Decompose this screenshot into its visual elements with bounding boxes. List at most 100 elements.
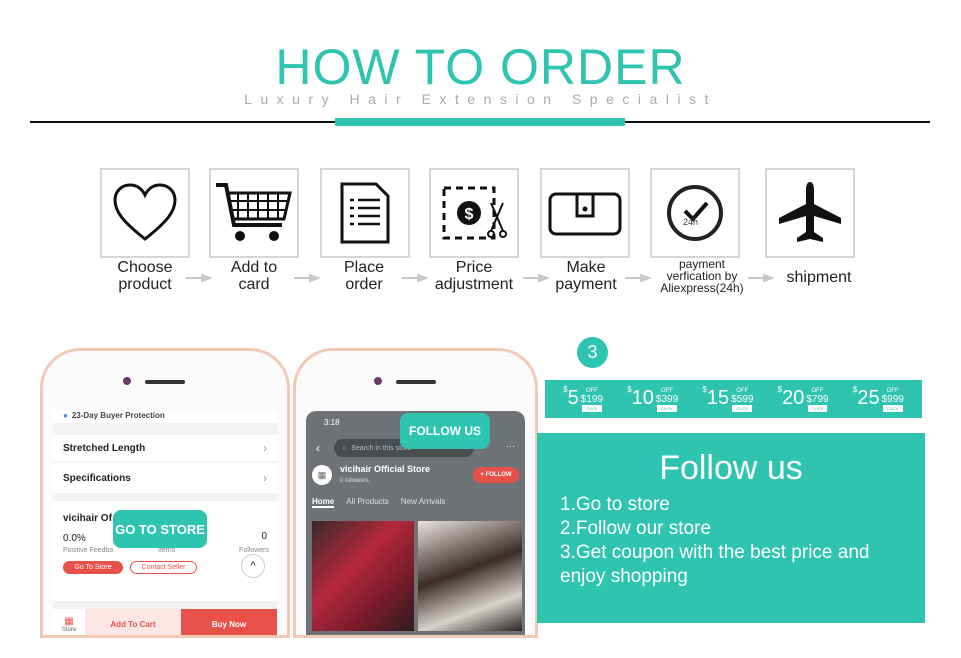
follow-us-panel: Follow us 1.Go to store 2.Follow our sto… — [537, 433, 925, 623]
coupon-bar: $5 OFF $199 CLICK $10 OFF $399 CLICK $15 OFF $59… — [545, 380, 922, 418]
store-followers: 0 followers — [340, 478, 369, 484]
search-icon: ○ — [342, 444, 347, 452]
tab-all-products[interactable]: All Products — [346, 497, 389, 508]
coupon[interactable]: $20 OFF $799 CLICK — [778, 385, 829, 412]
chevron-right-icon: › — [263, 441, 267, 455]
speaker — [396, 380, 436, 384]
step-price-adjustment: $ — [429, 168, 519, 258]
bottom-bar: ▦ Store Add To Cart Buy Now — [53, 609, 277, 635]
coupon-min: $599 — [731, 393, 754, 405]
step-make-payment — [540, 168, 630, 258]
label-line: Aliexpress(24h) — [660, 281, 744, 295]
arrow-right-icon — [523, 274, 549, 282]
clock-check-icon: 24h — [667, 185, 723, 241]
row-label: Stretched Length — [63, 442, 146, 454]
coupon[interactable]: $15 OFF $599 CLICK — [702, 385, 754, 412]
speaker — [145, 380, 185, 384]
page-title: HOW TO ORDER — [275, 39, 686, 95]
step-shipment — [765, 168, 855, 258]
store-tabs: Home All Products New Arrivals — [312, 497, 445, 508]
feedback-label: Positive Feedba — [63, 547, 114, 554]
arrow-right-icon — [748, 274, 774, 282]
click-button[interactable]: CLICK — [807, 404, 828, 412]
shield-icon: ● — [63, 411, 68, 420]
camera — [123, 377, 131, 385]
arrow-right-icon — [294, 274, 320, 282]
buyer-protection-row[interactable]: ● 23-Day Buyer Protection — [53, 411, 277, 423]
stretched-length-row[interactable]: Stretched Length › — [53, 435, 277, 461]
coupon-min: $999 — [881, 393, 904, 405]
label-line: Price — [455, 259, 493, 276]
tab-new-arrivals[interactable]: New Arrivals — [401, 497, 445, 508]
coupon-amount: 20 — [782, 386, 805, 409]
coupon-min: $399 — [655, 393, 679, 405]
coupon-min: $799 — [806, 393, 829, 405]
follow-step: 1.Go to store — [560, 494, 670, 515]
follow-us-callout: FOLLOW US — [400, 413, 490, 449]
coupon-amount: 15 — [706, 386, 730, 409]
phone-product-page: ● 23-Day Buyer Protection Stretched Lengt… — [40, 348, 290, 638]
add-to-cart-button[interactable]: Add To Cart — [85, 609, 181, 635]
click-button[interactable]: CLICK — [882, 404, 903, 412]
price-cut-icon: $ — [442, 186, 507, 240]
product-image[interactable] — [312, 521, 414, 631]
svg-text:$: $ — [465, 206, 474, 223]
phone-store-page: 3:18 ‹ ○ Search in this store ··· ▦ vicih… — [293, 348, 538, 638]
coupon-min: $199 — [580, 393, 603, 405]
back-icon[interactable]: ‹ — [316, 441, 320, 455]
follow-title: Follow us — [659, 449, 803, 487]
document-icon — [340, 182, 390, 244]
coupon-amount: 10 — [631, 386, 654, 409]
coupon[interactable]: $5 OFF $199 CLICK — [563, 385, 603, 412]
shopping-cart-icon — [216, 183, 292, 241]
specifications-row[interactable]: Specifications › — [53, 463, 277, 493]
step-choose-product — [100, 168, 190, 258]
coupon[interactable]: $25 OFF $999 CLICK — [853, 385, 904, 412]
follow-step: 2.Follow our store — [560, 518, 712, 539]
click-button[interactable]: CLICK — [732, 404, 753, 412]
followers-value: 0 — [261, 531, 267, 542]
go-to-store-button[interactable]: Go To Store — [63, 561, 123, 574]
click-button[interactable]: CLICK — [657, 404, 677, 412]
store-logo: ▦ — [312, 465, 332, 485]
heart-icon — [113, 183, 177, 241]
items-label: Items — [158, 547, 176, 554]
coupon[interactable]: $10 OFF $399 CLICK — [627, 385, 679, 412]
step-number-badge: 3 — [577, 337, 608, 368]
follow-step: enjoy shopping — [560, 566, 688, 587]
go-to-store-callout: GO TO STORE — [113, 510, 207, 548]
chevron-right-icon: › — [263, 471, 267, 485]
wallet-icon — [548, 192, 622, 236]
scroll-top-button[interactable]: ^ — [241, 554, 265, 578]
step-place-order — [320, 168, 410, 258]
follow-button[interactable]: + FOLLOW — [473, 467, 519, 483]
buyer-protection-label: 23-Day Buyer Protection — [71, 411, 165, 420]
row-label: Specifications — [63, 472, 131, 484]
buy-now-button[interactable]: Buy Now — [181, 609, 277, 635]
feedback-value: 0.0% — [63, 533, 86, 544]
contact-seller-button[interactable]: Contact Seller — [130, 561, 197, 574]
followers-label: Followers — [239, 547, 269, 554]
coupon-amount: 5 — [567, 386, 579, 409]
tab-home[interactable]: Home — [312, 497, 335, 508]
arrow-right-icon — [402, 274, 428, 282]
follow-step: 3.Get coupon with the best price and — [560, 542, 870, 563]
label-line: adjustment — [434, 276, 514, 293]
airplane-icon — [779, 182, 841, 242]
status-time: 3:18 — [324, 418, 340, 427]
arrow-right-icon — [625, 274, 651, 282]
more-icon[interactable]: ··· — [506, 441, 515, 451]
step-label: Price adjustment — [409, 259, 539, 293]
store-icon: ▦ — [64, 615, 74, 627]
product-image[interactable] — [418, 521, 522, 631]
divider-accent — [335, 118, 625, 126]
click-button[interactable]: CLICK — [581, 404, 602, 412]
store-tab[interactable]: ▦ Store — [53, 609, 85, 635]
step-payment-verification: 24h — [650, 168, 740, 258]
camera — [374, 377, 382, 385]
clock-label: 24h — [683, 217, 698, 227]
coupon-amount: 25 — [857, 386, 880, 409]
store-name: vicihair Official Store — [340, 464, 431, 474]
store-tab-label: Store — [61, 626, 77, 633]
page-subtitle: Luxury Hair Extension Specialist — [244, 91, 717, 107]
